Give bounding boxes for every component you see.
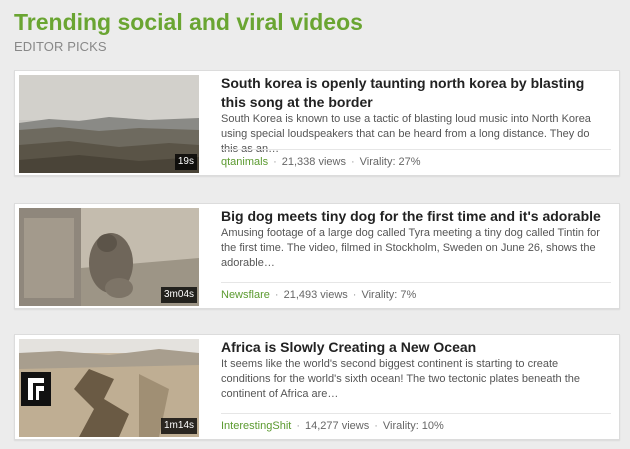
video-meta: qtanimals · 21,338 views · Virality: 27% <box>221 149 611 171</box>
video-views: 14,277 views <box>305 420 370 432</box>
video-virality: Virality: 7% <box>361 289 417 301</box>
video-thumbnail[interactable]: 1m14s <box>19 339 199 437</box>
meta-separator: · <box>374 420 378 432</box>
video-meta: InterestingShit · 14,277 views · Virality: 1… <box>221 413 611 435</box>
channel-logo-icon <box>21 372 51 406</box>
video-thumbnail[interactable]: 19s <box>19 75 199 173</box>
video-views: 21,493 views <box>283 289 348 301</box>
video-source-link[interactable]: Newsflare <box>221 289 270 301</box>
video-duration: 3m04s <box>160 287 197 303</box>
video-duration: 1m14s <box>160 418 197 434</box>
video-source-link[interactable]: qtanimals <box>221 156 268 168</box>
meta-separator: · <box>350 156 355 168</box>
landscape-thumbnail-image <box>19 75 199 173</box>
video-card[interactable]: 19s South korea is openly taunting north… <box>14 70 620 176</box>
video-title[interactable]: Africa is Slowly Creating a New Ocean <box>221 338 613 357</box>
page-subtitle: EDITOR PICKS <box>14 39 107 54</box>
page-title: Trending social and viral videos <box>14 9 363 35</box>
video-thumbnail[interactable]: 3m04s <box>19 208 199 306</box>
video-virality: Virality: 27% <box>359 156 421 168</box>
meta-separator: · <box>274 289 279 301</box>
meta-separator: · <box>296 420 300 432</box>
video-card[interactable]: 3m04s Big dog meets tiny dog for the fir… <box>14 203 620 309</box>
video-meta: Newsflare · 21,493 views · Virality: 7% <box>221 282 611 304</box>
video-title[interactable]: South korea is openly taunting north kor… <box>221 74 613 112</box>
video-card[interactable]: 1m14s Africa is Slowly Creating a New Oc… <box>14 334 620 440</box>
video-virality: Virality: 10% <box>382 420 444 432</box>
meta-separator: · <box>273 156 277 168</box>
video-title[interactable]: Big dog meets tiny dog for the first tim… <box>221 207 613 226</box>
meta-separator: · <box>352 289 357 301</box>
video-description: It seems like the world's second biggest… <box>221 358 580 400</box>
video-duration: 19s <box>174 154 197 170</box>
video-description: Amusing footage of a large dog called Ty… <box>221 227 600 269</box>
video-views: 21,338 views <box>281 156 346 168</box>
video-source-link[interactable]: InterestingShit <box>221 420 291 432</box>
